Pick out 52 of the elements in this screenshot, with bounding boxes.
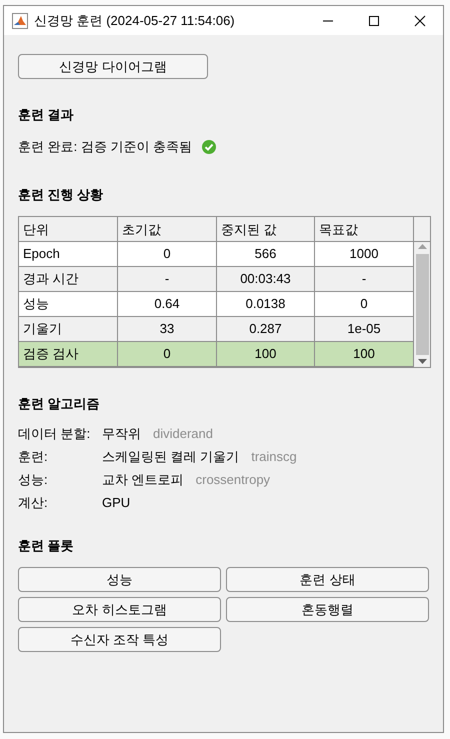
- table-cell: 1000: [315, 242, 414, 267]
- field-label: 계산:: [18, 494, 49, 512]
- plot-button[interactable]: 수신자 조작 특성: [18, 627, 221, 652]
- table-cell: 100: [315, 342, 414, 367]
- app-logo-icon: [12, 12, 28, 28]
- plot-button[interactable]: 오차 히스토그램: [18, 597, 221, 622]
- plot-button[interactable]: 성능: [18, 567, 221, 592]
- table-cell: 1e-05: [315, 317, 414, 342]
- section-heading: 훈련 알고리즘: [18, 395, 101, 413]
- column-header: 목표값: [315, 217, 414, 242]
- field-label: 훈련:: [18, 448, 49, 466]
- function-name: crossentropy: [196, 472, 270, 487]
- scrollbar[interactable]: [414, 242, 430, 367]
- table-cell: 0: [118, 242, 217, 267]
- function-name: dividerand: [153, 426, 213, 441]
- section-heading: 훈련 진행 상황: [18, 186, 104, 204]
- field-value: GPU: [102, 495, 130, 510]
- field-value: 스케일링된 켤레 기울기: [102, 448, 240, 466]
- table-cell: 0: [315, 292, 414, 317]
- field-label: 성능:: [18, 470, 49, 488]
- table-cell: Epoch: [19, 242, 118, 267]
- column-header: 단위: [19, 217, 118, 242]
- status-message: 훈련 완료: 검증 기준이 충족됨: [18, 138, 192, 156]
- table-cell: 0: [118, 342, 217, 367]
- section-heading: 훈련 결과: [18, 106, 75, 124]
- column-header: 중지된 값: [217, 217, 315, 242]
- window-title: 신경망 훈련 (2024-05-27 11:54:06): [34, 12, 236, 30]
- table-cell: 검증 검사: [19, 342, 118, 367]
- table-cell: -: [118, 267, 217, 292]
- table-cell: 33: [118, 317, 217, 342]
- plot-button[interactable]: 혼동행렬: [226, 597, 429, 622]
- table-cell: 0.287: [217, 317, 315, 342]
- table-cell: -: [315, 267, 414, 292]
- table-cell: 00:03:43: [217, 267, 315, 292]
- function-name: trainscg: [251, 449, 297, 464]
- plot-button[interactable]: 훈련 상태: [226, 567, 429, 592]
- table-cell: 경과 시간: [19, 267, 118, 292]
- table-cell: 566: [217, 242, 315, 267]
- field-value: 무작위: [102, 424, 141, 442]
- table-cell: 성능: [19, 292, 118, 317]
- table-cell: 기울기: [19, 317, 118, 342]
- table-cell: 100: [217, 342, 315, 367]
- table-cell: 0.64: [118, 292, 217, 317]
- diagram-button[interactable]: 신경망 다이어그램: [18, 54, 208, 79]
- field-label: 데이터 분할:: [18, 424, 92, 442]
- close-icon[interactable]: [414, 14, 426, 26]
- field-value: 교차 엔트로피: [102, 470, 184, 488]
- scroll-down-icon[interactable]: [418, 359, 426, 365]
- section-heading: 훈련 플롯: [18, 537, 75, 555]
- column-header: 초기값: [118, 217, 217, 242]
- maximize-icon[interactable]: [368, 14, 380, 26]
- table-cell: 0.0138: [217, 292, 315, 317]
